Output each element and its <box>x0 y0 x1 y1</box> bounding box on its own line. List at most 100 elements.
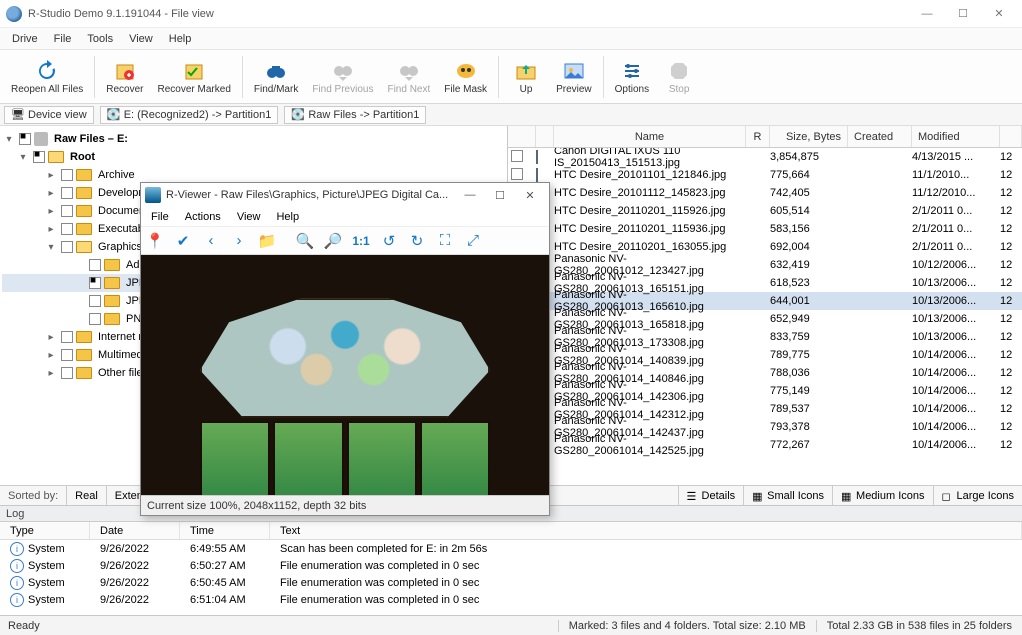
log-columns[interactable]: Type Date Time Text <box>0 522 1022 540</box>
file-size: 583,156 <box>770 223 848 235</box>
fullscreen-icon[interactable]: ⤢ <box>461 229 485 253</box>
zoom-1-1-icon[interactable]: 1:1 <box>349 229 373 253</box>
file-name: HTC Desire_20101112_145823.jpg <box>554 187 746 199</box>
col-r[interactable]: R <box>746 126 770 147</box>
menu-drive[interactable]: Drive <box>4 30 46 48</box>
view-medium-icons-button[interactable]: ▦Medium Icons <box>832 486 932 505</box>
preview-icon <box>562 59 586 83</box>
view-small-icons-button[interactable]: ▦Small Icons <box>743 486 832 505</box>
menu-help[interactable]: Help <box>161 30 200 48</box>
menu-file[interactable]: File <box>46 30 80 48</box>
reopen-all-files-button[interactable]: Reopen All Files <box>5 52 89 102</box>
file-modified: 11/1/2010... <box>912 169 1000 181</box>
viewer-menu-help[interactable]: Help <box>268 209 307 225</box>
preview-button[interactable]: Preview <box>550 52 598 102</box>
viewer-menu-view[interactable]: View <box>229 209 269 225</box>
binoculars-icon <box>264 59 288 83</box>
fit-icon[interactable]: ⛶ <box>433 229 457 253</box>
col-created[interactable]: Created <box>848 126 912 147</box>
stop-button[interactable]: Stop <box>657 52 701 102</box>
recover-marked-button[interactable]: Recover Marked <box>152 52 237 102</box>
file-size: 692,004 <box>770 241 848 253</box>
viewer-toolbar: 📍 ✔ ‹ › 📁 🔍 🔎 1:1 ↺ ↻ ⛶ ⤢ <box>141 227 549 255</box>
viewer-image[interactable] <box>141 255 549 495</box>
options-button[interactable]: Options <box>609 52 655 102</box>
zoom-out-icon[interactable]: 🔎 <box>321 229 345 253</box>
viewer-minimize-button[interactable]: — <box>455 185 485 205</box>
file-modified: 10/14/2006... <box>912 367 1000 379</box>
file-row[interactable]: HTC Desire_20101101_121846.jpg 775,664 11/… <box>508 166 1022 184</box>
find-mark-button[interactable]: Find/Mark <box>248 52 304 102</box>
file-row[interactable]: HTC Desire_20101112_145823.jpg742,40511/… <box>508 184 1022 202</box>
recover-button[interactable]: Recover <box>100 52 149 102</box>
viewer-close-button[interactable]: ✕ <box>515 185 545 205</box>
view-details-button[interactable]: ☰Details <box>678 486 744 505</box>
viewer-menu-actions[interactable]: Actions <box>177 209 229 225</box>
col-name[interactable]: Name <box>554 126 746 147</box>
tree-checkbox[interactable] <box>33 151 45 163</box>
menu-tools[interactable]: Tools <box>79 30 121 48</box>
tree-item[interactable]: Archive <box>96 169 137 181</box>
view-large-icons-button[interactable]: ◻Large Icons <box>933 486 1022 505</box>
menu-view[interactable]: View <box>121 30 161 48</box>
file-mask-button[interactable]: File Mask <box>438 52 493 102</box>
log-pane: Log Type Date Time Text iSystem9/26/2022… <box>0 505 1022 615</box>
file-row[interactable]: Canon DIGITAL IXUS 110 IS_20150413_15151… <box>508 148 1022 166</box>
log-row[interactable]: iSystem9/26/20226:50:27 AMFile enumerati… <box>0 557 1022 574</box>
app-logo-icon <box>6 6 22 22</box>
file-size: 775,664 <box>770 169 848 181</box>
log-row[interactable]: iSystem9/26/20226:51:04 AMFile enumerati… <box>0 591 1022 608</box>
breadcrumb-partition-1[interactable]: 💽E: (Recognized2) -> Partition1 <box>100 106 279 124</box>
file-size: 618,523 <box>770 277 848 289</box>
find-next-button[interactable]: Find Next <box>381 52 436 102</box>
check-icon[interactable]: ✔ <box>171 229 195 253</box>
file-row[interactable]: HTC Desire_20110201_115936.jpg583,1562/1… <box>508 220 1022 238</box>
file-size: 742,405 <box>770 187 848 199</box>
col-size[interactable]: Size, Bytes <box>770 126 848 147</box>
file-size: 772,267 <box>770 439 848 451</box>
log-row[interactable]: iSystem9/26/20226:50:45 AMFile enumerati… <box>0 574 1022 591</box>
rotate-right-icon[interactable]: ↻ <box>405 229 429 253</box>
tree-rootnode[interactable]: Root <box>68 151 97 163</box>
folder-icon <box>76 367 92 379</box>
sort-real-button[interactable]: Real <box>66 486 106 505</box>
minimize-button[interactable]: — <box>910 3 944 25</box>
sliders-icon <box>620 59 644 83</box>
close-button[interactable]: ✕ <box>982 3 1016 25</box>
log-row[interactable]: iSystem9/26/20226:49:55 AMScan has been … <box>0 540 1022 557</box>
prev-icon[interactable]: ‹ <box>199 229 223 253</box>
row-checkbox[interactable] <box>511 168 523 180</box>
window-title: R-Studio Demo 9.1.191044 - File view <box>28 8 910 20</box>
file-grid-header[interactable]: Name R Size, Bytes Created Modified <box>508 126 1022 148</box>
file-name: Canon DIGITAL IXUS 110 IS_20150413_15151… <box>554 148 746 169</box>
tree-checkbox[interactable] <box>19 133 31 145</box>
breadcrumb-rawfiles[interactable]: 💽Raw Files -> Partition1 <box>284 106 426 124</box>
folder-icon[interactable]: 📁 <box>255 229 279 253</box>
rotate-left-icon[interactable]: ↺ <box>377 229 401 253</box>
viewer-window[interactable]: R-Viewer - Raw Files\Graphics, Picture\J… <box>140 182 550 516</box>
file-row[interactable]: Panasonic NV-GS280_20061014_142525.jpg77… <box>508 436 1022 454</box>
file-modified: 2/1/2011 0... <box>912 205 1000 217</box>
next-icon[interactable]: › <box>227 229 251 253</box>
disk-icon: 💽 <box>107 108 121 122</box>
file-modified: 2/1/2011 0... <box>912 241 1000 253</box>
file-modified: 4/13/2015 ... <box>912 151 1000 163</box>
row-checkbox[interactable] <box>511 150 523 162</box>
file-grid-body[interactable]: Canon DIGITAL IXUS 110 IS_20150413_15151… <box>508 148 1022 485</box>
tree-root[interactable]: Raw Files – E: <box>52 133 130 145</box>
zoom-in-icon[interactable]: 🔍 <box>293 229 317 253</box>
find-previous-button[interactable]: Find Previous <box>306 52 379 102</box>
col-modified[interactable]: Modified <box>912 126 1000 147</box>
details-icon: ☰ <box>687 490 699 502</box>
file-name: HTC Desire_20101101_121846.jpg <box>554 169 746 181</box>
viewer-menu-file[interactable]: File <box>143 209 177 225</box>
pin-icon[interactable]: 📍 <box>143 229 167 253</box>
maximize-button[interactable]: ☐ <box>946 3 980 25</box>
file-row[interactable]: HTC Desire_20110201_115926.jpg605,5142/1… <box>508 202 1022 220</box>
up-button[interactable]: Up <box>504 52 548 102</box>
device-view-button[interactable]: 🖥Device view <box>4 106 94 124</box>
log-body[interactable]: iSystem9/26/20226:49:55 AMScan has been … <box>0 540 1022 615</box>
viewer-titlebar[interactable]: R-Viewer - Raw Files\Graphics, Picture\J… <box>141 183 549 207</box>
folder-icon <box>76 187 92 199</box>
viewer-maximize-button[interactable]: ☐ <box>485 185 515 205</box>
